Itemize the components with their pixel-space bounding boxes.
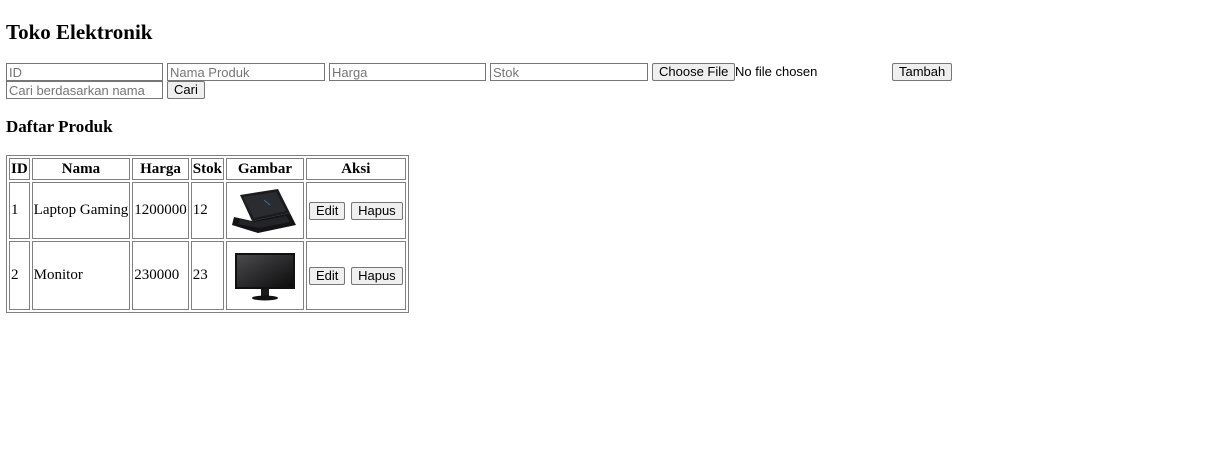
stok-input[interactable] <box>490 63 648 81</box>
list-title: Daftar Produk <box>6 117 113 136</box>
column-header-nama: Nama <box>31 158 131 180</box>
cell-aksi: Edit Hapus <box>305 182 406 239</box>
hapus-button[interactable]: Hapus <box>351 266 403 285</box>
hapus-button[interactable]: Hapus <box>351 201 403 220</box>
cell-gambar <box>225 241 304 310</box>
cell-stok: 23 <box>190 241 224 310</box>
file-status-text: No file chosen <box>735 64 818 79</box>
cell-nama: Laptop Gaming <box>31 182 131 239</box>
search-input[interactable] <box>6 81 163 99</box>
id-input[interactable] <box>6 63 163 81</box>
column-header-aksi: Aksi <box>305 158 406 180</box>
edit-button[interactable]: Edit <box>308 201 346 220</box>
choose-file-button[interactable]: Choose File <box>652 63 736 81</box>
page-title: Toko Elektronik <box>6 20 153 44</box>
nama-produk-input[interactable] <box>167 63 325 81</box>
cell-harga: 1200000 <box>132 182 189 239</box>
cell-stok: 12 <box>190 182 224 239</box>
monitor-image <box>234 252 295 300</box>
table-header-row: ID Nama Harga Stok Gambar Aksi <box>9 158 406 180</box>
table-row: 2 Monitor 230000 23 Edit Hapus <box>9 241 406 310</box>
cell-aksi: Edit Hapus <box>305 241 406 310</box>
column-header-gambar: Gambar <box>225 158 304 180</box>
column-header-id: ID <box>9 158 30 180</box>
harga-input[interactable] <box>329 63 486 81</box>
page: Toko Elektronik Choose File No file chos… <box>0 0 1206 473</box>
tambah-button[interactable]: Tambah <box>892 63 953 81</box>
column-header-stok: Stok <box>190 158 224 180</box>
column-header-harga: Harga <box>132 158 189 180</box>
cell-gambar <box>225 182 304 239</box>
cell-nama: Monitor <box>31 241 131 310</box>
product-table: ID Nama Harga Stok Gambar Aksi 1 Laptop … <box>6 155 409 313</box>
table-row: 1 Laptop Gaming 1200000 12 Edit Hapus <box>9 182 406 239</box>
laptop-image <box>231 188 296 233</box>
edit-button[interactable]: Edit <box>308 266 346 285</box>
cell-id: 1 <box>9 182 30 239</box>
cell-harga: 230000 <box>132 241 189 310</box>
cell-id: 2 <box>9 241 30 310</box>
cari-button[interactable]: Cari <box>167 81 205 99</box>
